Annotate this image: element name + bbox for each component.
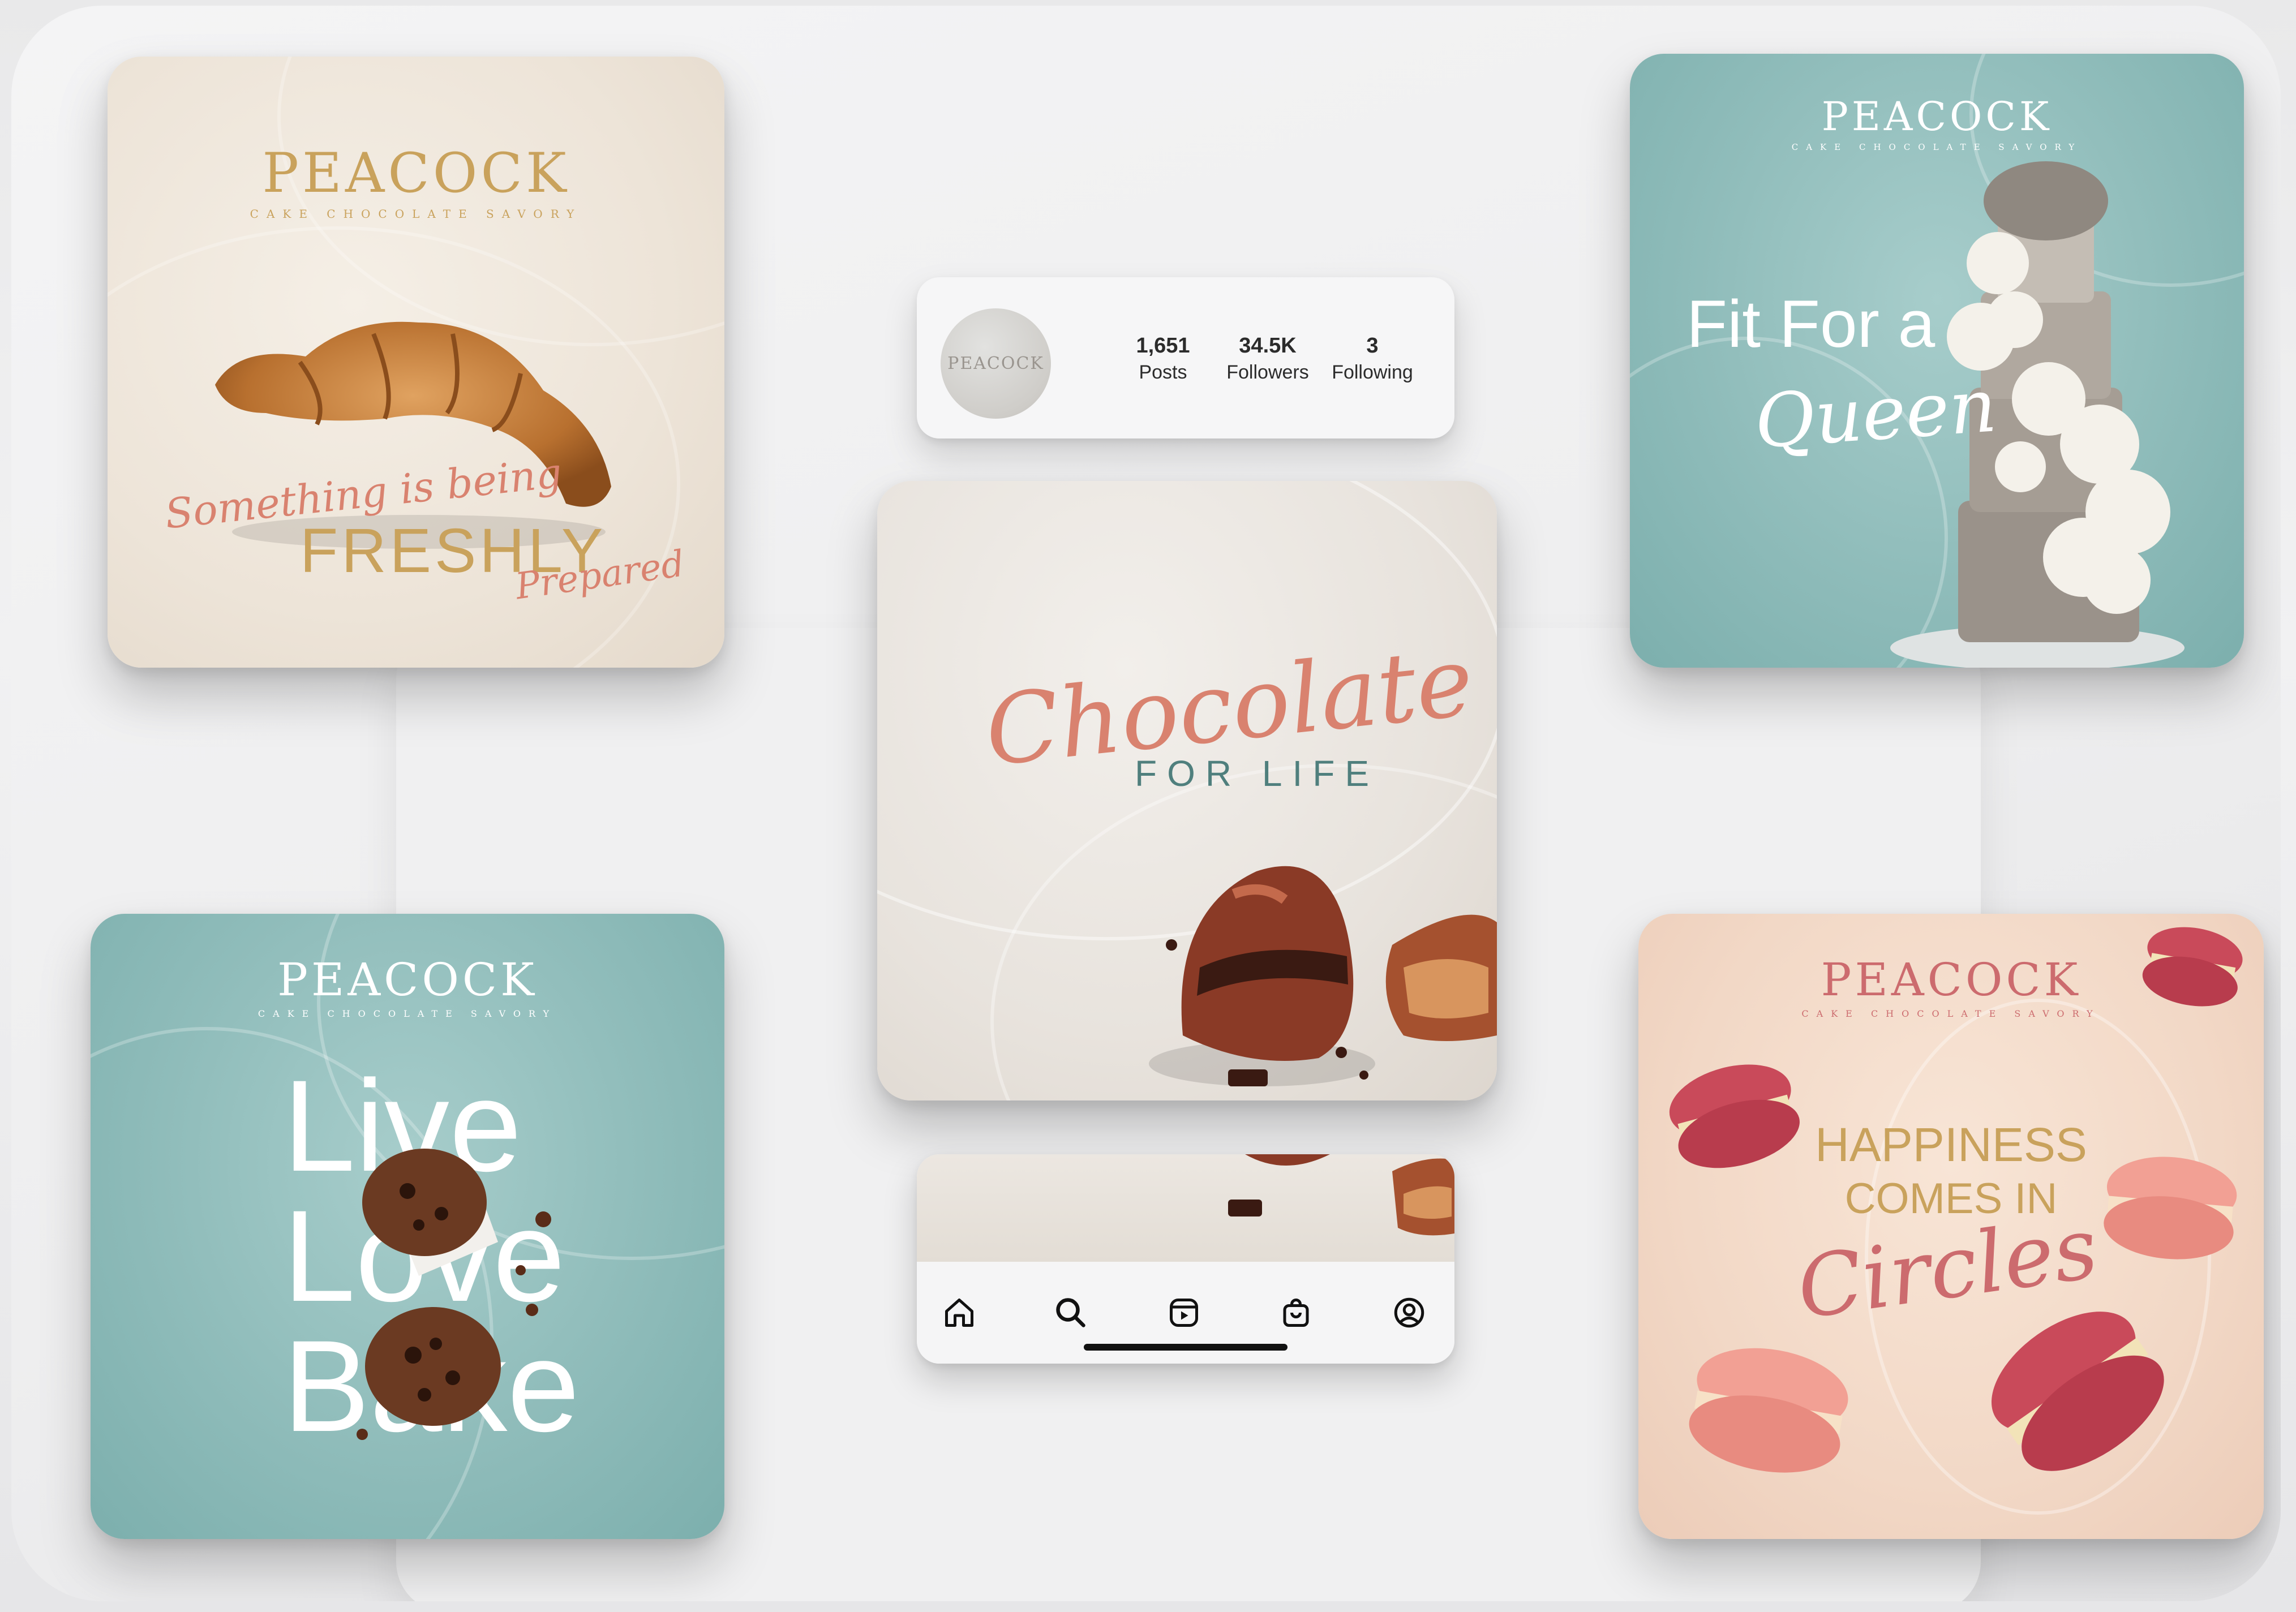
- stat-following-count: 3: [1366, 334, 1379, 358]
- stat-posts-count: 1,651: [1136, 334, 1190, 358]
- profile-icon[interactable]: [1389, 1293, 1429, 1332]
- stat-posts-label: Posts: [1139, 362, 1187, 383]
- cake-line2: Queen: [1752, 362, 1999, 465]
- macarons-illustration: [1669, 927, 2243, 1473]
- search-icon[interactable]: [1051, 1293, 1091, 1332]
- stat-following-label: Following: [1332, 362, 1413, 383]
- mobile-bottom-nav: [917, 1154, 1454, 1364]
- profile-avatar[interactable]: PEACOCK: [941, 308, 1051, 419]
- stat-posts[interactable]: 1,651 Posts: [1106, 334, 1220, 384]
- mockup-stage: PEACOCK CAKE CHOCOLATE SAVORY Something …: [11, 6, 2281, 1601]
- muffin-illustration: [357, 1149, 551, 1440]
- post-muffin[interactable]: PEACOCK CAKE CHOCOLATE SAVORY Live Love …: [91, 914, 724, 1539]
- stat-following[interactable]: 3 Following: [1316, 334, 1429, 384]
- brand-tagline: CAKE CHOCOLATE SAVORY: [258, 1008, 557, 1019]
- post-wedding-cake[interactable]: PEACOCK CAKE CHOCOLATE SAVORY Fit For a …: [1630, 54, 2244, 668]
- brand-tagline: CAKE CHOCOLATE SAVORY: [250, 207, 582, 221]
- brand-name: PEACOCK: [277, 953, 538, 1006]
- post-macaron[interactable]: PEACOCK CAKE CHOCOLATE SAVORY HAPPINESS …: [1638, 914, 2264, 1539]
- brand-logo: PEACOCK CAKE CHOCOLATE SAVORY: [1630, 93, 2244, 152]
- brand-logo: PEACOCK CAKE CHOCOLATE SAVORY: [108, 141, 724, 221]
- brand-name: PEACOCK: [262, 141, 570, 205]
- stat-followers-count: 34.5K: [1239, 334, 1297, 358]
- chocolate-truffle-illustration: [1149, 866, 1497, 1086]
- brand-name: PEACOCK: [1821, 93, 2053, 140]
- home-indicator: [1084, 1344, 1288, 1351]
- cake-line1: Fit For a: [1686, 287, 1935, 362]
- nav-bar: [917, 1262, 1454, 1364]
- shop-icon[interactable]: [1276, 1293, 1316, 1332]
- post-preview-strip: [917, 1154, 1454, 1262]
- home-icon[interactable]: [939, 1293, 979, 1332]
- brand-logo: PEACOCK CAKE CHOCOLATE SAVORY: [91, 953, 724, 1019]
- chocolate-line2: FOR LIFE: [1135, 753, 1380, 794]
- post-croissant[interactable]: PEACOCK CAKE CHOCOLATE SAVORY Something …: [108, 57, 724, 668]
- stat-followers[interactable]: 34.5K Followers: [1211, 334, 1324, 384]
- reels-icon[interactable]: [1164, 1293, 1204, 1332]
- stat-followers-label: Followers: [1226, 362, 1309, 383]
- profile-header: PEACOCK 1,651 Posts 34.5K Followers 3 Fo…: [917, 277, 1454, 439]
- post-chocolate[interactable]: Chocolate FOR LIFE: [877, 481, 1497, 1101]
